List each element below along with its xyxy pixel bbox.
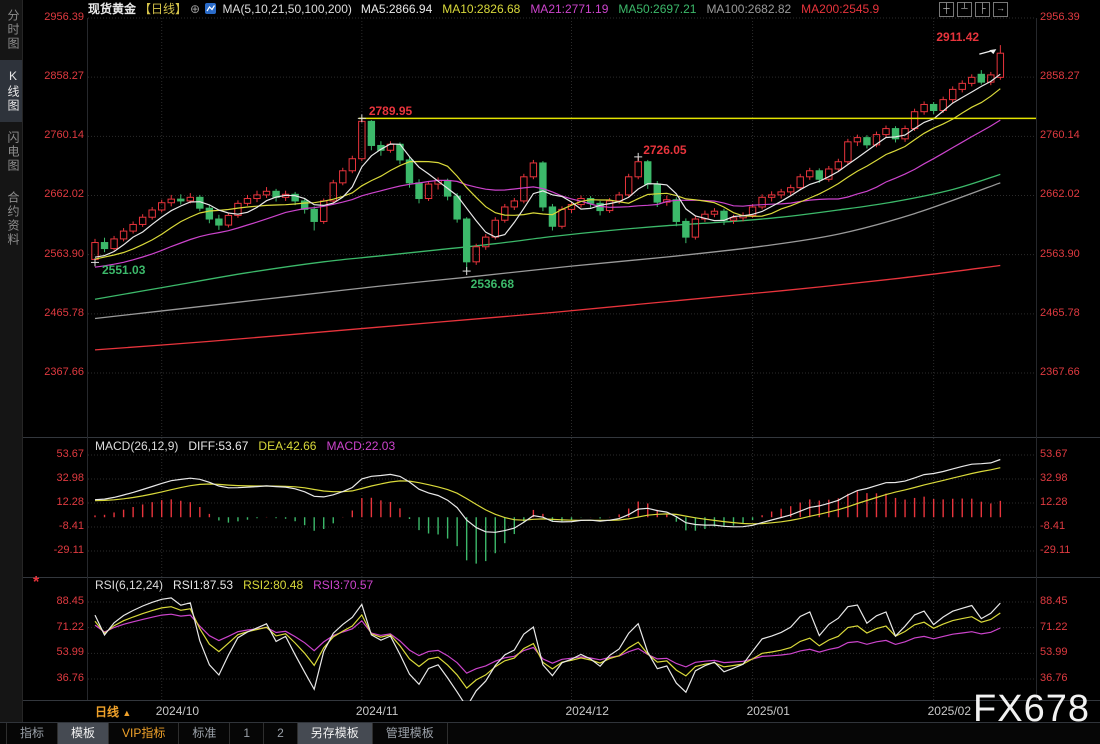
macd-value: DEA:42.66: [258, 439, 316, 453]
rsi-value: RSI1:87.53: [173, 578, 233, 592]
tab-vip-indicators[interactable]: VIP指标: [109, 723, 179, 744]
ma-value: MA200:2545.9: [801, 2, 879, 16]
ma-value: MA50:2697.21: [618, 2, 696, 16]
rsi-value: RSI2:80.48: [243, 578, 303, 592]
axis-bottom-icon[interactable]: ┴: [957, 2, 972, 17]
macd-title[interactable]: MACD(26,12,9): [95, 439, 178, 453]
panel-dividers: [22, 18, 1100, 723]
macd-value: MACD:22.03: [326, 439, 395, 453]
rsi-title[interactable]: RSI(6,12,24): [95, 578, 163, 592]
tab-standard[interactable]: 标准: [179, 723, 230, 744]
time-axis: 日线 ▲: [0, 700, 1100, 722]
chevron-up-icon: ▲: [122, 708, 131, 718]
tab-template-2[interactable]: 2: [264, 723, 298, 744]
period-tag[interactable]: 【日线】: [139, 2, 187, 16]
symbol-title: 现货黄金: [88, 2, 136, 16]
trading-app-window: 2911.422789.952726.052551.032536.682956.…: [0, 0, 1100, 744]
tab-template-1[interactable]: 1: [230, 723, 264, 744]
tab-templates[interactable]: 模板: [58, 723, 109, 744]
chart-type-icon[interactable]: [205, 2, 216, 18]
sidebar-item-kline-chart[interactable]: K线图: [0, 60, 22, 122]
rsi-value: RSI3:70.57: [313, 578, 373, 592]
sidebar-item-lightning-chart[interactable]: 闪电图: [0, 122, 22, 182]
ma-value: MA21:2771.19: [530, 2, 608, 16]
rsi-layer: [95, 598, 1000, 707]
ma-value: MA5:2866.94: [361, 2, 432, 16]
macd-value: DIFF:53.67: [188, 439, 248, 453]
tab-indicators[interactable]: 指标: [6, 723, 58, 744]
sidebar-item-time-chart[interactable]: 分时图: [0, 0, 22, 60]
ma-settings-label[interactable]: MA(5,10,21,50,100,200): [222, 2, 351, 16]
crosshair-icon[interactable]: ┼: [939, 2, 954, 17]
sidebar-item-contract-info[interactable]: 合约资料: [0, 182, 22, 256]
rsi-panel-header: RSI(6,12,24) RSI1:87.53 RSI2:80.48 RSI3:70.…: [95, 578, 383, 592]
tab-manage-template[interactable]: 管理模板: [373, 723, 448, 744]
indicator-alert-icon[interactable]: *: [33, 574, 39, 592]
chart-toolbar: ┼ ┴ ├ →: [939, 2, 1008, 17]
axis-left-icon[interactable]: ├: [975, 2, 990, 17]
ma-value: MA100:2682.82: [706, 2, 791, 16]
ma-long-layer: [95, 174, 1000, 349]
macd-layer: [95, 460, 1000, 564]
ma-short-layer: [95, 74, 1000, 267]
chart-header: 现货黄金【日线】⊕ MA(5,10,21,50,100,200) MA5:2866…: [88, 1, 889, 17]
jump-latest-icon[interactable]: →: [993, 2, 1008, 17]
timeframe-label: 日线: [95, 705, 119, 719]
chart-canvas[interactable]: [0, 0, 1100, 744]
macd-panel-header: MACD(26,12,9) DIFF:53.67 DEA:42.66 MACD:22.…: [95, 439, 405, 453]
bottom-tabbar: 指标 模板 VIP指标 标准 1 2 另存模板 管理模板: [0, 722, 1100, 744]
gridlines: [88, 18, 1036, 700]
ma-value: MA10:2826.68: [442, 2, 520, 16]
tab-save-template[interactable]: 另存模板: [298, 723, 373, 744]
add-indicator-icon[interactable]: ⊕: [190, 2, 200, 16]
sidebar: 分时图 K线图 闪电图 合约资料: [0, 0, 23, 744]
timeframe-selector[interactable]: 日线 ▲: [95, 703, 131, 720]
